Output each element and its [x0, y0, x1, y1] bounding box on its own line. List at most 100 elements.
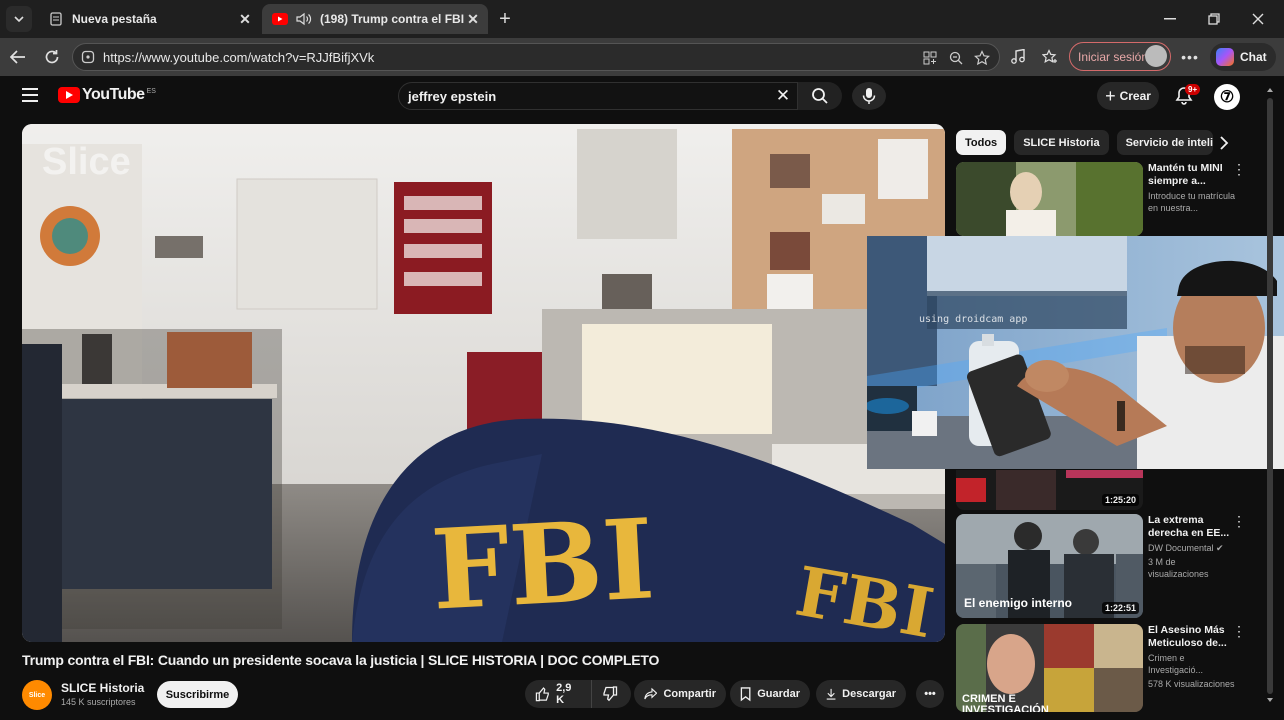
recommendation-title[interactable]: El Asesino Más Meticuloso de... — [1148, 624, 1238, 650]
create-button[interactable]: + Crear — [1097, 82, 1159, 110]
signin-button[interactable]: Iniciar sesión — [1069, 42, 1171, 71]
recommendation-thumbnail[interactable]: 1:25:20 — [956, 470, 1143, 510]
video-title: Trump contra el FBI: Cuando un president… — [22, 652, 660, 668]
hamburger-menu-icon[interactable] — [22, 88, 38, 102]
share-label: Compartir — [663, 688, 716, 700]
more-actions-button[interactable]: ••• — [916, 680, 944, 708]
close-tab-icon[interactable]: ✕ — [236, 10, 254, 28]
chat-label: Chat — [1240, 50, 1267, 64]
recommendation-channel[interactable]: Crimen e Investigació... — [1148, 652, 1238, 676]
favorites-star-icon — [1042, 49, 1057, 63]
clear-search-icon[interactable]: ✕ — [773, 86, 793, 106]
zoom-icon[interactable] — [947, 49, 965, 67]
reload-button[interactable] — [40, 46, 64, 68]
recommendation-thumbnail[interactable]: El enemigo interno 1:22:51 — [956, 514, 1143, 618]
ad-thumbnail-image — [956, 162, 1143, 236]
dislike-button[interactable] — [591, 680, 631, 708]
apps-icon[interactable] — [921, 49, 939, 67]
new-tab-button[interactable]: + — [494, 8, 516, 30]
chip-todos[interactable]: Todos — [956, 130, 1007, 155]
webcam-overlay: using droidcam app — [867, 236, 1284, 469]
recommendation-channel[interactable]: DW Documental ✔ — [1148, 542, 1238, 554]
site-info-icon[interactable] — [81, 50, 95, 69]
more-options-button[interactable]: ••• — [1178, 46, 1202, 68]
channel-name[interactable]: DW Documental — [1148, 543, 1214, 553]
download-label: Descargar — [842, 688, 896, 700]
search-input[interactable]: jeffrey epstein ✕ — [398, 82, 798, 110]
recommendation-views: 3 M de visualizaciones — [1148, 557, 1209, 579]
page-scrollbar[interactable] — [1265, 86, 1275, 706]
download-icon — [826, 688, 836, 700]
ellipsis-icon: ••• — [1181, 49, 1199, 65]
video-duration: 1:25:20 — [1101, 494, 1139, 506]
favorites-button[interactable] — [1038, 46, 1062, 68]
thumbnail-caption: El enemigo interno — [964, 596, 1073, 610]
youtube-play-icon — [58, 87, 80, 103]
like-button[interactable]: 2,9 K — [525, 680, 591, 708]
video-duration: 1:22:51 — [1101, 602, 1139, 614]
kebab-menu-icon[interactable]: ⋮ — [1232, 624, 1246, 638]
country-code: ES — [146, 87, 156, 95]
chips-next-button[interactable] — [1215, 134, 1233, 152]
speaker-icon[interactable] — [296, 11, 312, 27]
video-frame: FBI FBI Slice — [22, 124, 945, 642]
recommendation-item[interactable]: Mantén tu MINI siempre a... Introduce tu… — [956, 162, 1256, 236]
search-button[interactable] — [798, 82, 842, 110]
download-button[interactable]: Descargar — [816, 680, 906, 708]
kebab-menu-icon[interactable]: ⋮ — [1232, 162, 1246, 176]
save-button[interactable]: Guardar — [730, 680, 810, 708]
recommendation-item[interactable]: El enemigo interno 1:22:51 La extrema de… — [956, 514, 1256, 618]
youtube-header: YouTube ES jeffrey epstein ✕ + Crear ⑦ — [0, 76, 1284, 116]
channel-avatar[interactable]: Slice — [22, 680, 52, 710]
close-tab-icon[interactable]: ✕ — [464, 10, 482, 28]
search-query[interactable]: jeffrey epstein — [408, 89, 496, 104]
youtube-logo[interactable]: YouTube ES — [58, 86, 156, 104]
save-label: Guardar — [757, 688, 800, 700]
kebab-menu-icon[interactable]: ⋮ — [1232, 514, 1246, 528]
search-icon — [812, 88, 828, 104]
copilot-chat-button[interactable]: Chat — [1210, 43, 1276, 71]
video-player[interactable]: FBI FBI Slice — [22, 124, 945, 642]
thumbs-up-icon — [535, 687, 549, 702]
recommendation-thumbnail[interactable] — [956, 162, 1143, 236]
back-button[interactable] — [6, 46, 30, 68]
thumbs-down-icon — [603, 686, 618, 702]
recommendation-item[interactable]: 1:25:20 — [956, 470, 1256, 510]
chip-slice-historia[interactable]: SLICE Historia — [1014, 130, 1109, 155]
thumbnail-caption: CRIMEN E INVESTIGACIÓN — [962, 693, 1049, 713]
minimize-icon[interactable] — [1158, 8, 1182, 30]
restore-icon[interactable] — [1202, 8, 1226, 30]
video-watermark: Slice — [42, 141, 131, 183]
verified-icon: ✔ — [1216, 543, 1224, 553]
window-close-icon[interactable] — [1246, 8, 1270, 30]
recommendation-subtitle: Introduce tu matrícula en nuestra... — [1148, 191, 1236, 213]
tab-actions-menu-button[interactable] — [6, 6, 32, 32]
favorite-star-icon[interactable] — [973, 49, 991, 67]
filter-chips: Todos SLICE Historia Servicio de intelig… — [956, 130, 1213, 156]
url-bar[interactable]: https://www.youtube.com/watch?v=RJJfBifj… — [72, 43, 1000, 71]
droidcam-watermark: using droidcam app — [919, 314, 1027, 325]
read-aloud-button[interactable] — [1006, 46, 1030, 68]
chevron-right-icon — [1220, 136, 1229, 150]
tab-new-tab[interactable]: Nueva pestaña ✕ — [38, 4, 260, 34]
recommendation-item[interactable]: CRIMEN E INVESTIGACIÓN El Asesino Más Me… — [956, 624, 1256, 712]
url-text[interactable]: https://www.youtube.com/watch?v=RJJfBifj… — [103, 50, 374, 65]
subscribe-button[interactable]: Suscribirme — [157, 681, 238, 708]
recommendation-meta: La extrema derecha en EE... DW Documenta… — [1148, 514, 1238, 580]
signin-label: Iniciar sesión — [1078, 49, 1149, 64]
user-avatar[interactable]: ⑦ — [1214, 84, 1240, 110]
notifications-badge: 9+ — [1185, 84, 1201, 95]
share-button[interactable]: Compartir — [634, 680, 726, 708]
copilot-icon — [1216, 48, 1234, 66]
channel-name[interactable]: SLICE Historia — [61, 681, 144, 695]
chevron-down-icon — [14, 16, 24, 23]
reload-icon — [45, 50, 59, 64]
recommendation-title[interactable]: Mantén tu MINI siempre a... — [1148, 162, 1238, 188]
recommendation-title[interactable]: La extrema derecha en EE... — [1148, 514, 1238, 540]
chip-servicio[interactable]: Servicio de inteligen — [1116, 130, 1213, 155]
voice-search-button[interactable] — [852, 82, 886, 110]
tab-youtube-video[interactable]: (198) Trump contra el FBI: Cua ✕ — [262, 4, 488, 34]
recommendation-thumbnail[interactable]: CRIMEN E INVESTIGACIÓN — [956, 624, 1143, 712]
recommendation-meta: Mantén tu MINI siempre a... Introduce tu… — [1148, 162, 1238, 214]
address-toolbar: https://www.youtube.com/watch?v=RJJfBifj… — [0, 38, 1284, 76]
